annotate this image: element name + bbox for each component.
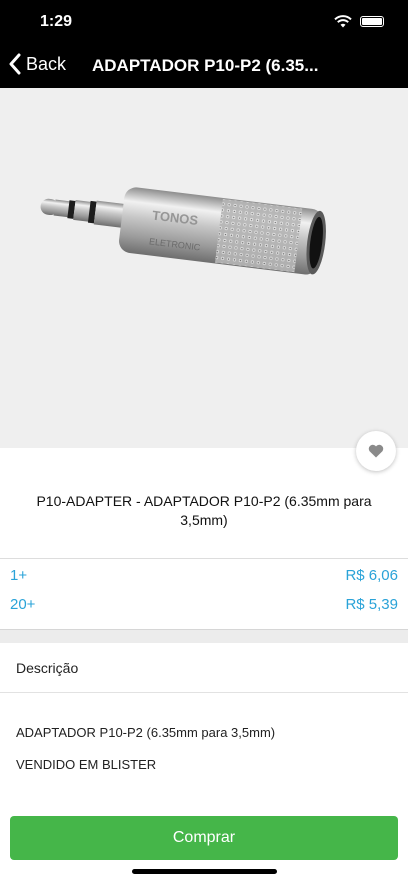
price-value: R$ 6,06 <box>345 567 398 584</box>
status-time: 1:29 <box>40 13 73 30</box>
back-button[interactable]: Back <box>8 53 66 75</box>
battery-icon <box>360 16 384 27</box>
product-title: P10-ADAPTER - ADAPTADOR P10-P2 (6.35mm p… <box>36 493 372 528</box>
description-card: Descrição ADAPTADOR P10-P2 (6.35mm para … <box>0 643 408 801</box>
back-label: Back <box>26 53 67 74</box>
description-header: Descrição <box>16 660 79 676</box>
status-bar: 1:29 <box>0 0 408 44</box>
product-title-section: P10-ADAPTER - ADAPTADOR P10-P2 (6.35mm p… <box>0 448 408 558</box>
price-row: 1+ R$ 6,06 <box>10 567 398 593</box>
heart-icon <box>368 444 384 458</box>
wifi-icon <box>334 15 352 28</box>
price-row: 20+ R$ 5,39 <box>10 596 398 622</box>
price-quantity: 1+ <box>10 567 28 584</box>
product-image-area: TONOS ELETRONIC <box>0 88 408 448</box>
product-image: TONOS ELETRONIC <box>40 187 326 275</box>
price-value: R$ 5,39 <box>345 596 398 613</box>
price-quantity: 20+ <box>10 596 36 613</box>
nav-bar: Back ADAPTADOR P10-P2 (6.35... <box>0 44 408 88</box>
price-table: 1+ R$ 6,06 20+ R$ 5,39 <box>0 558 408 630</box>
description-line: VENDIDO EM BLISTER <box>16 757 157 772</box>
description-line: ADAPTADOR P10-P2 (6.35mm para 3,5mm) <box>16 725 276 740</box>
divider <box>0 692 408 693</box>
home-indicator <box>132 869 277 874</box>
favorite-button[interactable] <box>356 431 396 471</box>
chevron-left-icon <box>9 53 21 75</box>
page-title: ADAPTADOR P10-P2 (6.35... <box>92 56 319 75</box>
status-icons <box>334 15 384 28</box>
buy-button[interactable]: Comprar <box>10 816 398 860</box>
